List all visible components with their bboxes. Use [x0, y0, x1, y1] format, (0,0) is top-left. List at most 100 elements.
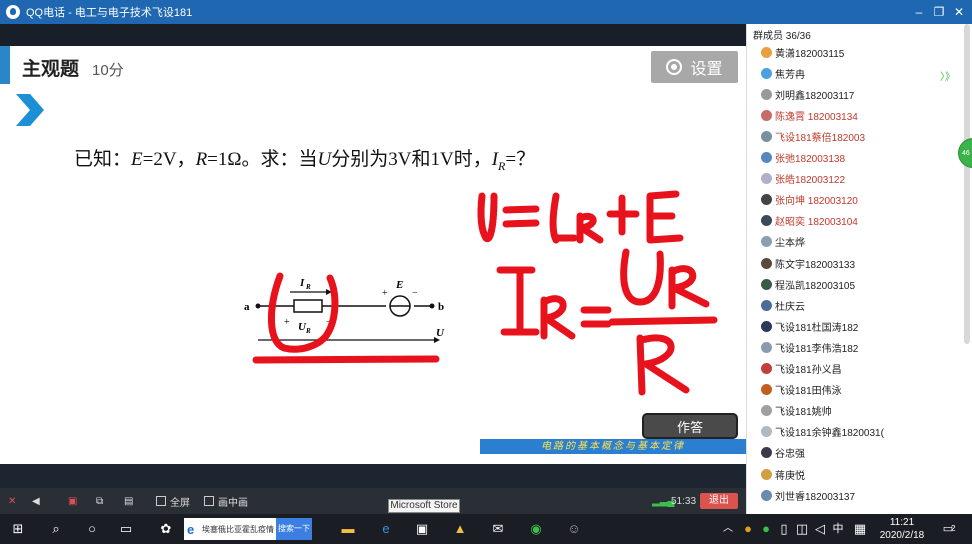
member-list-item[interactable]: 焦芳冉 [761, 63, 805, 83]
tray-expand-icon[interactable]: ︿ [720, 521, 736, 537]
screen-share-icon[interactable]: ⧉ [96, 494, 103, 508]
avatar-icon [761, 109, 772, 121]
camera-off-icon[interactable]: ▣ [68, 494, 77, 508]
ink-fraction-u [620, 248, 664, 306]
whiteboard-icon[interactable]: ▤ [124, 494, 133, 508]
avatar-icon [761, 320, 772, 332]
ink-letter-i [549, 192, 578, 244]
store-icon[interactable]: ▣ [414, 521, 430, 537]
ink-sub-r-2 [540, 295, 576, 340]
member-name: 飞设181姚帅 [775, 407, 832, 419]
restore-button[interactable]: ❐ [930, 3, 948, 21]
exit-button[interactable]: 退出 [700, 493, 738, 509]
member-name: 尘本烨 [775, 238, 805, 250]
member-list-item[interactable]: 飞设181蔡倍182003 [761, 126, 865, 146]
member-list-item[interactable]: 飞设181姚帅 [761, 401, 832, 421]
member-name: 张皓182003122 [775, 175, 846, 187]
tooltip: Microsoft Store [388, 499, 460, 513]
avatar-icon [761, 363, 772, 374]
member-list-item[interactable]: 飞设181余钟鑫1820031( [761, 422, 884, 442]
member-list-item[interactable]: 飞设181田伟泳 [761, 380, 842, 400]
notification-count: 2 [951, 524, 956, 533]
windows-start-icon[interactable]: ⊞ [10, 521, 26, 537]
call-timer: 51:33 [671, 495, 697, 507]
cortana-icon[interactable]: ○ [84, 521, 100, 537]
member-list-item[interactable]: 黄潇182003115 [761, 42, 844, 62]
member-list-item[interactable]: 杜庆云 [761, 295, 805, 315]
panel-scrollbar[interactable] [964, 24, 970, 344]
taskbar-clock[interactable]: 11:21 2020/2/18 [874, 516, 930, 542]
ime-indicator[interactable]: 中 [830, 521, 846, 537]
window-title: QQ电话 - 电工与电子技术飞设181 [26, 7, 193, 19]
ink-equals-bottom [502, 219, 540, 228]
ie-logo-icon: e [187, 522, 195, 537]
mail-icon[interactable]: ✉ [490, 521, 506, 537]
avatar-icon [761, 88, 772, 100]
avatar-icon [761, 215, 772, 227]
speaker-icon[interactable]: ◀ [32, 494, 40, 508]
mic-muted-icon[interactable]: ✕ [8, 494, 16, 508]
qq-app-icon[interactable]: ☺ [566, 521, 582, 537]
member-list-item[interactable]: 张皓182003122 [761, 169, 845, 189]
tray-app-icon[interactable]: ● [740, 521, 756, 537]
member-list-item[interactable]: 蒋庚悦 [761, 464, 805, 484]
member-list-item[interactable]: 尘本烨 [761, 232, 805, 252]
search-button[interactable]: 搜索一下 [276, 518, 312, 540]
browser-search-box[interactable]: e 埃塞俄比亚霍乱疫情 [184, 518, 276, 540]
member-list-item[interactable]: 飞设181杜国涛182 [761, 316, 858, 336]
member-name: 飞设181余钟鑫1820031( [775, 428, 884, 440]
ink-underline [252, 355, 440, 364]
ink-equals-top [502, 205, 540, 214]
member-list-item[interactable]: 刘世睿182003137 [761, 485, 855, 505]
member-list-item[interactable]: 谷忠强 [761, 443, 805, 463]
clock-time: 11:21 [889, 517, 915, 528]
member-name: 飞设181田伟泳 [775, 386, 842, 398]
member-list-item[interactable]: 陈文宇182003133 [761, 253, 855, 273]
tray-network-icon[interactable]: ◫ [794, 521, 810, 537]
member-list-item[interactable]: 飞设181李伟浩182 [761, 337, 858, 357]
qq-logo-icon [6, 5, 20, 19]
avatar-icon [761, 489, 772, 501]
member-name: 陈逸霄 182003134 [775, 111, 858, 123]
answer-button[interactable]: 作答 [642, 413, 738, 439]
member-list-item[interactable]: 刘明鑫182003117 [761, 84, 854, 104]
minimize-button[interactable]: – [910, 3, 928, 21]
ink-letter-u [477, 192, 498, 243]
member-name: 刘明鑫182003117 [775, 90, 855, 102]
fullscreen-button[interactable]: 全屏 [156, 494, 190, 509]
pip-button[interactable]: 画中画 [204, 494, 248, 509]
avatar-icon [761, 426, 772, 438]
title-bar: QQ电话 - 电工与电子技术飞设181 – ❐ ✕ [0, 0, 972, 24]
app-icon[interactable]: ✿ [158, 521, 174, 537]
member-list-item[interactable]: 程泓凯182003105 [761, 274, 855, 294]
close-button[interactable]: ✕ [950, 3, 968, 21]
file-explorer-icon[interactable]: ▬ [340, 521, 356, 537]
wechat-icon[interactable]: ◉ [528, 521, 544, 537]
fullscreen-icon [156, 496, 166, 506]
ink-fraction-r [636, 334, 690, 396]
avatar-icon [761, 299, 772, 311]
fullscreen-label: 全屏 [170, 497, 190, 509]
tray-battery-icon[interactable]: ▯ [776, 521, 792, 537]
member-list-item[interactable]: 赵昭奕 182003104 [761, 211, 858, 231]
member-name: 蒋庚悦 [775, 470, 805, 482]
member-name: 刘世睿182003137 [775, 491, 856, 503]
task-view-icon[interactable]: ▭ [118, 521, 134, 537]
avatar-icon [761, 173, 772, 185]
member-list-item[interactable]: 飞设181孙义昌 [761, 359, 842, 379]
tray-qq-icon[interactable]: ● [758, 521, 774, 537]
member-name: 程泓凯182003105 [775, 280, 856, 292]
search-icon[interactable]: ⌕ [48, 521, 64, 537]
video-top-strip [0, 24, 746, 46]
windows-taskbar: ⊞ ⌕ ○ ▭ ✿ e 埃塞俄比亚霍乱疫情 搜索一下 ▬ e ▣ ▲ ✉ ◉ ☺… [0, 514, 972, 544]
tray-volume-icon[interactable]: ◁ [812, 521, 828, 537]
member-list-item[interactable]: 张向坤 182003120 [761, 190, 858, 210]
ink-fraction-bar [608, 316, 718, 326]
app-a-icon[interactable]: ▲ [452, 521, 468, 537]
member-list-item[interactable]: 陈逸霄 182003134 [761, 105, 858, 125]
member-list-item[interactable]: 张弛182003138 [761, 148, 845, 168]
pip-icon [204, 496, 214, 506]
ink-letter-i-2 [496, 266, 540, 336]
edge-browser-icon[interactable]: e [378, 521, 394, 537]
tray-keyboard-icon[interactable]: ▦ [852, 521, 868, 537]
